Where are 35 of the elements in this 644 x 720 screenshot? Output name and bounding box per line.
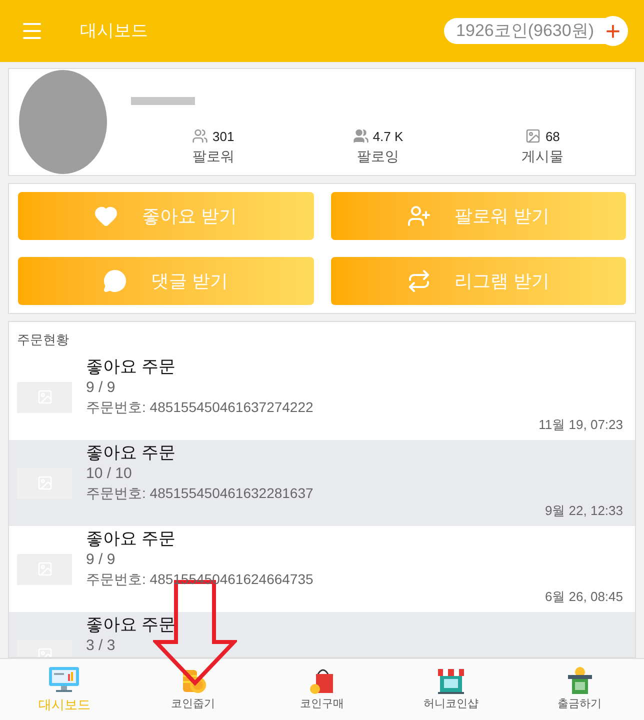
stat-value: 301 [212,128,234,146]
order-number: 주문번호: 485155450461624664735 [86,570,314,588]
nav-tab[interactable]: 코인구매 [258,659,386,720]
order-title: 좋아요 주문 [86,442,176,464]
redacted-username [131,97,195,105]
speech-bubble-icon [103,269,128,293]
nav-tab[interactable]: 코인줍기 [128,659,258,720]
heart-icon [94,204,118,228]
section-title: 주문현황 [16,331,70,349]
image-icon [525,128,542,144]
coin-balance-text: 1926코인(9630원) [456,20,594,42]
order-date: 6월 26, 08:45 [544,588,624,606]
order-row[interactable]: 좋아요 주문 10 / 10 주문번호: 485155450461632281637 9월 22, 12:33 [9,440,635,526]
stat-label: 팔로잉 [357,147,399,166]
order-count: 3 / 3 [86,636,116,656]
people-icon [192,128,208,144]
page-title: 대시보드 [80,20,148,42]
order-date: 11월 19, 07:23 [538,416,624,434]
order-date: 9월 22, 12:33 [544,502,624,520]
order-count: 10 / 10 [86,464,132,484]
nav-tab[interactable]: 허니코인샵 [386,659,516,720]
order-title: 좋아요 주문 [86,528,176,550]
stat-value: 68 [545,128,560,146]
people-icon [352,128,369,144]
order-number: 주문번호: 485155450461632281637 [86,484,314,502]
order-number: 주문번호: 485155450461637274222 [86,398,314,416]
stat-label: 팔로워 [192,147,234,166]
user-plus-icon [406,204,431,228]
repeat-icon [406,269,431,293]
stat-value: 4.7 K [372,128,404,146]
nav-tab[interactable]: 출금하기 [515,659,644,720]
order-title: 좋아요 주문 [86,356,176,378]
order-count: 9 / 9 [86,378,116,398]
stat-label: 게시물 [522,147,564,166]
order-count: 9 / 9 [86,550,116,570]
